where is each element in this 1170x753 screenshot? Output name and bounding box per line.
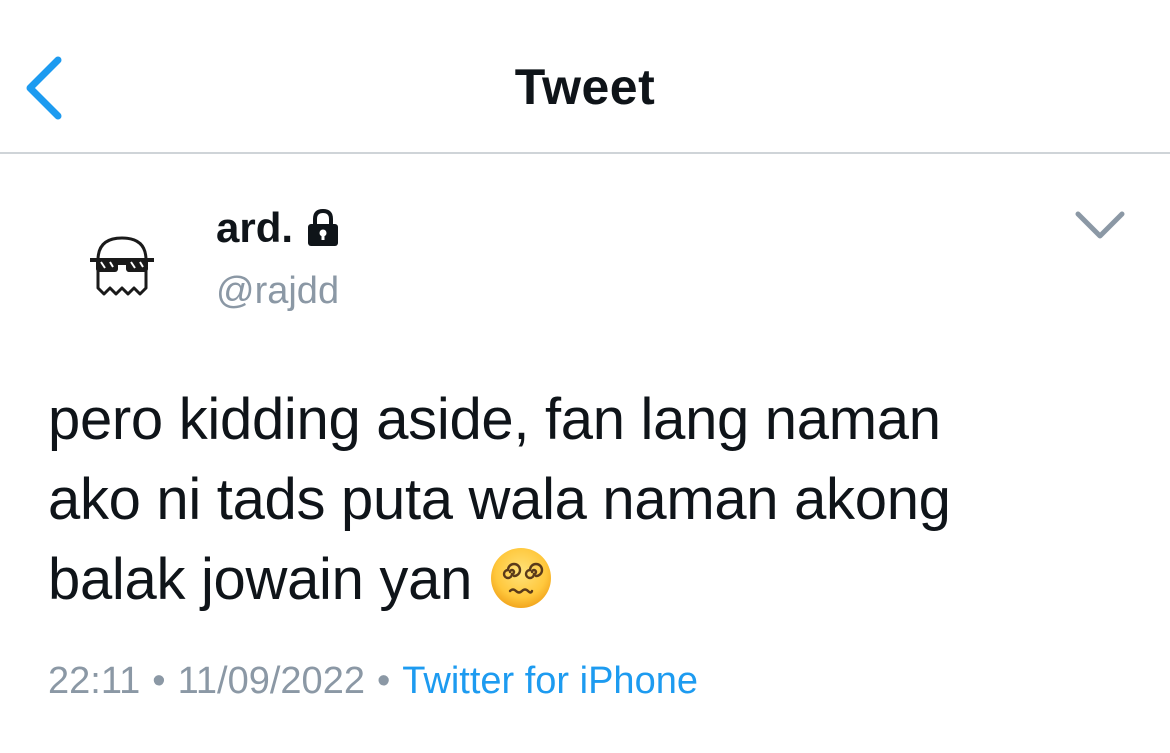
page-title: Tweet bbox=[514, 59, 656, 115]
top-bar: Tweet bbox=[0, 0, 1170, 154]
tweet-text: pero kidding aside, fan lang naman ako n… bbox=[48, 380, 1128, 620]
tweet-text-line-content: balak jowain yan bbox=[48, 547, 473, 612]
meta-separator: • bbox=[376, 660, 391, 702]
tweet-time: 22:11 bbox=[48, 660, 141, 702]
lock-icon bbox=[308, 208, 339, 246]
tweet-meta: 22:11 • 11/09/2022 • Twitter for iPhone bbox=[48, 660, 698, 703]
tweet-text-line: balak jowain yan bbox=[48, 540, 1128, 620]
dizzy-face-emoji-icon bbox=[491, 548, 552, 608]
tweet-text-line: pero kidding aside, fan lang naman bbox=[48, 387, 941, 452]
display-name[interactable]: ard. bbox=[216, 204, 343, 252]
display-name-text: ard. bbox=[216, 204, 294, 251]
tweet-source-link[interactable]: Twitter for iPhone bbox=[402, 660, 698, 702]
tweet-text-line: ako ni tads puta wala naman akong bbox=[48, 467, 951, 532]
tweet-date: 11/09/2022 bbox=[177, 660, 365, 702]
tweet-menu-button[interactable] bbox=[1072, 206, 1128, 246]
ghost-avatar-icon bbox=[90, 236, 154, 296]
user-handle[interactable]: @rajdd bbox=[216, 270, 339, 313]
avatar[interactable] bbox=[70, 208, 174, 332]
meta-separator: • bbox=[152, 660, 166, 702]
chevron-down-icon bbox=[1075, 211, 1125, 239]
